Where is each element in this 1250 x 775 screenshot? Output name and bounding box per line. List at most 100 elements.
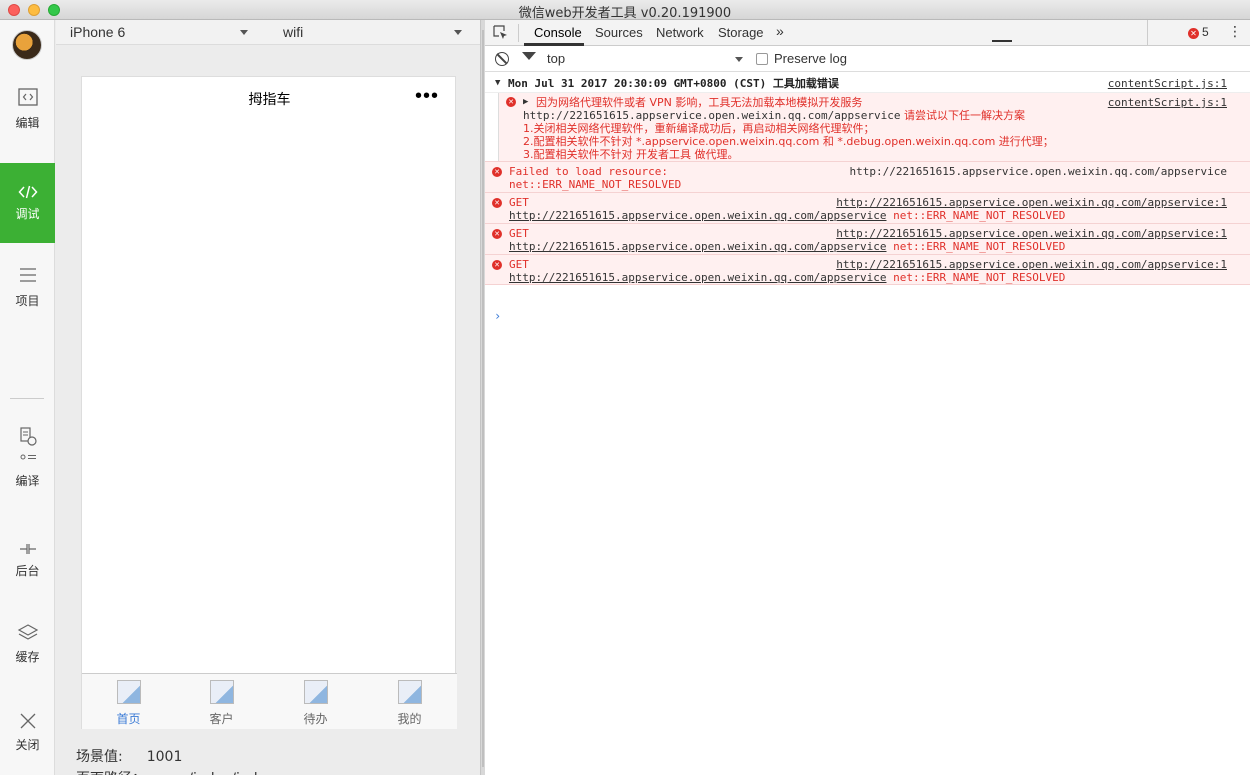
tab-image-icon [303,680,328,704]
sidebar-item-background[interactable]: 后台 [0,538,55,618]
console-prompt[interactable]: › [494,310,501,323]
sidebar-item-edit[interactable]: 编辑 [0,86,55,166]
error-icon: ✕ [1188,28,1199,39]
filter-icon[interactable] [522,52,536,60]
expand-triangle-icon[interactable]: ▼ [495,77,500,90]
error-icon: ✕ [492,198,502,208]
tab-console[interactable]: Console [534,25,582,40]
tab-network[interactable]: Network [656,25,704,40]
close-icon [20,713,35,729]
more-options-icon[interactable]: ••• [415,85,439,108]
console-error-row: ✕ GET http://221651615.appservice.open.w… [485,223,1250,254]
splitter-grip[interactable] [482,30,484,767]
user-avatar[interactable] [12,30,42,60]
tab-label: 首页 [116,712,141,726]
tab-label: 我的 [397,712,422,726]
tab-label: 待办 [303,712,328,726]
error-count: 5 [1202,25,1209,39]
console-group-header[interactable]: ▼ Mon Jul 31 2017 20:30:09 GMT+0800 (CST… [485,73,1250,93]
tab-image-icon [116,680,141,704]
sidebar-item-label: 后台 [15,564,40,578]
source-link[interactable]: http://221651615.appservice.open.weixin.… [836,196,1227,209]
sidebar-item-project[interactable]: 项目 [0,264,55,344]
error-solution-1: 1.关闭相关网络代理软件，重新编译成功后，再启动相关网络代理软件； [523,122,875,135]
devtools-menu-icon[interactable]: ⋮ [1228,23,1242,40]
sidebar-item-label: 调试 [15,207,40,221]
sidebar-item-debug[interactable]: 调试 [0,163,55,243]
code-box-icon [17,88,38,106]
request-url-link[interactable]: http://221651615.appservice.open.weixin.… [509,271,887,284]
network-select[interactable]: wifi [283,24,303,40]
tab-storage[interactable]: Storage [718,25,764,40]
error-hint: 请尝试以下任一解决方案 [904,109,1025,122]
collapse-triangle-icon[interactable]: ▶ [523,96,528,109]
preserve-log-label[interactable]: Preserve log [774,51,847,66]
code-brackets-icon [17,185,38,199]
more-tabs-icon[interactable]: » [776,23,784,39]
source-link[interactable]: http://221651615.appservice.open.weixin.… [836,227,1227,240]
request-url-link[interactable]: http://221651615.appservice.open.weixin.… [509,240,887,253]
device-select[interactable]: iPhone 6 [70,24,125,40]
request-url-link[interactable]: http://221651615.appservice.open.weixin.… [509,209,887,222]
console-error-row: ✕ Failed to load resource: http://221651… [485,161,1250,192]
page-path: 页面路径：pages/index/index [76,768,274,775]
console-error-row: ✕ GET http://221651615.appservice.open.w… [485,192,1250,223]
scene-info: 场景值: 1001 [76,746,182,766]
inspect-element-icon[interactable] [493,25,508,40]
phone-tab-bar: 首页 客户 待办 我的 [82,673,457,729]
chevron-down-icon[interactable] [735,57,743,62]
tab-home[interactable]: 首页 [82,680,175,727]
sidebar-item-compile[interactable]: 编译 [0,426,55,506]
drawer-handle[interactable] [992,40,1012,42]
group-title: Mon Jul 31 2017 20:30:09 GMT+0800 (CST) … [508,77,839,90]
simulator-area: 拇指车 ••• 首页 客户 待办 我的 场景值:1001 页面路径：pages/ [56,46,480,775]
source-link[interactable]: contentScript.js:1 [1108,77,1227,90]
simulator-toolbar: iPhone 6 wifi [56,20,480,45]
window-title: 微信web开发者工具 v0.20.191900 [518,6,732,21]
tab-mine[interactable]: 我的 [363,680,456,727]
preserve-log-checkbox[interactable] [756,53,768,65]
devtools-panel: Console Sources Network Storage » ✕ 5 ⋮ t… [485,20,1250,775]
scene-label: 场景值: [76,749,123,765]
error-code: net::ERR_NAME_NOT_RESOLVED [893,240,1066,253]
context-select[interactable]: top [547,51,565,66]
window-titlebar: 微信web开发者工具 v0.20.191900 [0,0,1250,21]
tab-image-icon [209,680,234,704]
error-method: GET [509,196,529,209]
console-grouped-error: ✕ ▶ 因为网络代理软件或者 VPN 影响，工具无法加载本地模拟开发服务 con… [498,93,1250,161]
console-output: ▼ Mon Jul 31 2017 20:30:09 GMT+0800 (CST… [485,73,1250,323]
error-code: net::ERR_NAME_NOT_RESOLVED [893,209,1066,222]
sidebar-item-cache[interactable]: 缓存 [0,622,55,702]
source-link[interactable]: http://221651615.appservice.open.weixin.… [836,258,1227,271]
sidebar-divider [10,398,44,399]
error-method: GET [509,227,529,240]
active-tab-indicator [524,43,584,46]
tab-sources[interactable]: Sources [595,25,643,40]
sidebar-item-close[interactable]: 关闭 [0,710,55,775]
compile-settings-icon [20,454,36,460]
error-icon: ✕ [492,167,502,177]
devtools-tabbar: Console Sources Network Storage » ✕ 5 ⋮ [485,20,1250,46]
error-icon: ✕ [492,229,502,239]
source-link[interactable]: contentScript.js:1 [1108,96,1227,109]
console-error-row: ✕ GET http://221651615.appservice.open.w… [485,254,1250,285]
error-solution-3: 3.配置相关软件不针对 开发者工具 做代理。 [523,148,739,161]
error-count-badge[interactable]: ✕ 5 [1188,25,1209,39]
menu-lines-icon [19,268,36,282]
sidebar-item-label: 编辑 [15,116,40,130]
tab-customers[interactable]: 客户 [175,680,268,727]
tab-image-icon [397,680,422,704]
error-solution-2: 2.配置相关软件不针对 *.appservice.open.weixin.qq.… [523,135,1054,148]
page-title: 拇指车 [248,92,291,108]
tab-todo[interactable]: 待办 [269,680,362,727]
left-sidebar: 编辑 调试 项目 编译 后台 缓存 关闭 [0,20,55,775]
console-filter-bar: top Preserve log [485,47,1250,72]
error-method: GET [509,258,529,271]
sidebar-item-label: 编译 [15,474,40,488]
layers-icon [17,624,38,640]
error-icon: ✕ [506,97,516,107]
clear-console-icon[interactable] [495,52,509,66]
chevron-down-icon[interactable] [454,30,462,35]
sidebar-item-label: 项目 [15,294,40,308]
chevron-down-icon[interactable] [240,30,248,35]
